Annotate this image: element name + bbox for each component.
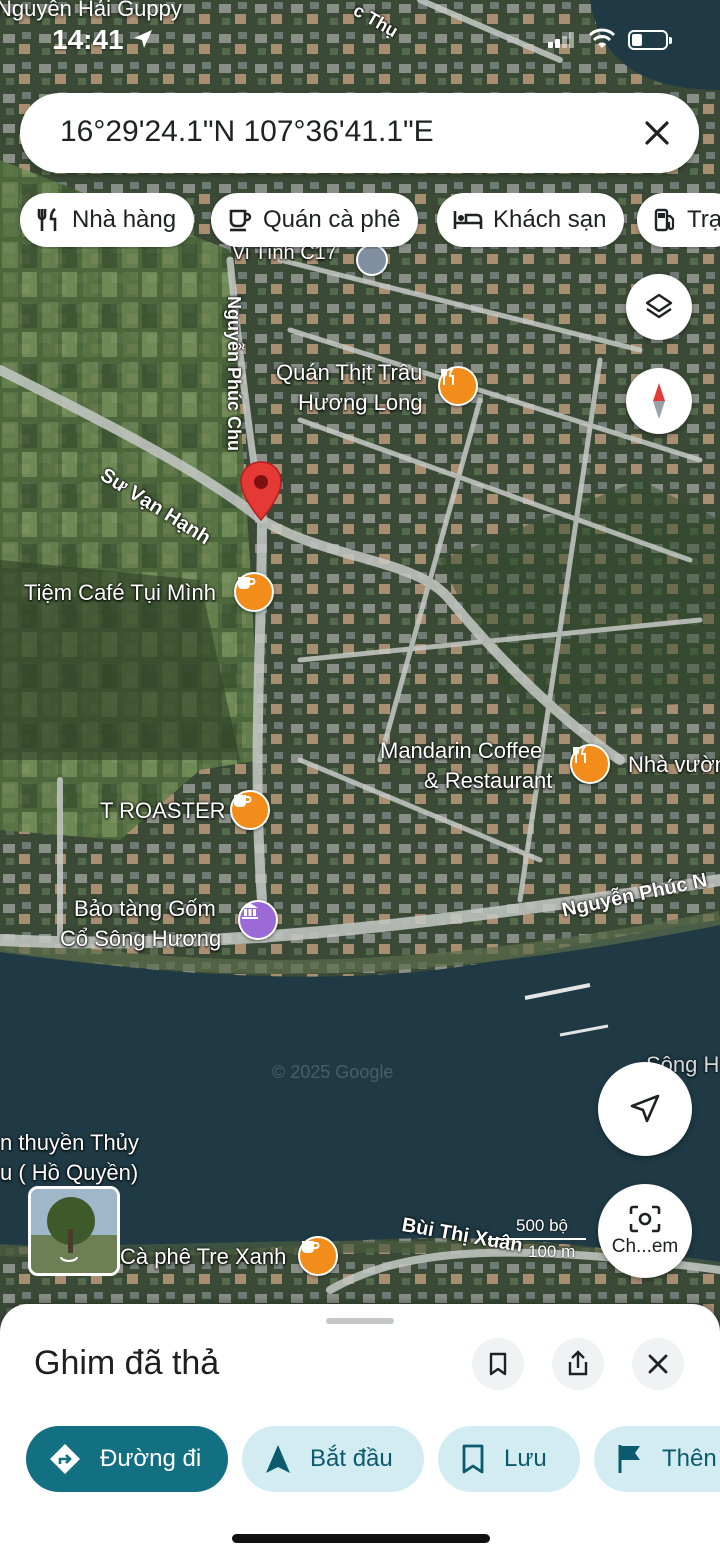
chip-gas[interactable]: Trạ — [637, 193, 720, 247]
place-label-bao-tang-2[interactable]: Cổ Sông Hương — [60, 924, 221, 954]
coffee-icon — [302, 1241, 320, 1253]
scale-meters: 100 m — [528, 1242, 576, 1261]
layers-button[interactable] — [626, 274, 692, 340]
action-label: Thên — [662, 1445, 717, 1472]
compass-icon — [653, 383, 665, 419]
place-label-tiem-cafe[interactable]: Tiệm Café Tụi Mình — [24, 578, 216, 608]
restaurant-icon — [573, 746, 586, 763]
chip-label: Khách sạn — [493, 206, 607, 233]
status-time: 14:41 — [52, 24, 124, 55]
place-label-mandarin-2[interactable]: & Restaurant — [424, 766, 552, 796]
flag-icon — [618, 1445, 640, 1473]
action-label: Đường đi — [100, 1445, 202, 1472]
place-label-mandarin-1[interactable]: Mandarin Coffee — [380, 736, 542, 766]
map-watermark: © 2025 Google — [272, 1062, 393, 1082]
place-label-thit-trau-2[interactable]: Hương Long — [298, 388, 423, 418]
restaurant-marker-icon[interactable] — [438, 366, 478, 406]
chip-restaurants[interactable]: Nhà hàng — [20, 193, 195, 247]
directions-icon — [50, 1444, 80, 1474]
cafe-marker-icon[interactable] — [230, 790, 270, 830]
location-arrow-icon — [134, 30, 152, 48]
sheet-actions: Đường đi Bắt đầu Lưu Thên — [26, 1426, 720, 1494]
save-icon-button[interactable] — [472, 1338, 524, 1390]
my-location-button[interactable] — [598, 1062, 692, 1156]
lens-button[interactable]: Ch...em — [598, 1184, 692, 1278]
add-label-button[interactable]: Thên — [594, 1426, 720, 1492]
search-bar[interactable]: 16°29'24.1"N 107°36'41.1"E — [20, 93, 699, 173]
chip-label: Trạ — [687, 206, 720, 233]
directions-button[interactable]: Đường đi — [26, 1426, 228, 1492]
museum-icon — [242, 903, 258, 919]
street-view-thumbnail[interactable] — [28, 1186, 120, 1276]
close-icon[interactable] — [639, 115, 675, 151]
street-view-image — [31, 1189, 117, 1273]
save-button[interactable]: Lưu — [438, 1426, 580, 1492]
compass-button[interactable] — [626, 368, 692, 434]
chip-label: Quán cà phê — [263, 206, 401, 233]
restaurant-icon — [37, 207, 57, 231]
place-label-thuyen-2[interactable]: u ( Hồ Quyền) — [0, 1158, 138, 1188]
chip-hotels[interactable]: Khách sạn — [437, 193, 625, 247]
scale-bar — [488, 1238, 586, 1240]
camera-search-icon — [629, 1205, 661, 1233]
bookmark-icon — [462, 1444, 484, 1474]
wifi-icon — [588, 28, 616, 48]
home-indicator[interactable] — [232, 1534, 490, 1543]
place-label-tre-xanh[interactable]: Cà phê Tre Xanh — [120, 1242, 286, 1272]
status-bar: 14:41 — [0, 0, 720, 80]
place-label-thit-trau-1[interactable]: Quán Thịt Trâu — [276, 358, 422, 388]
close-icon — [648, 1354, 668, 1374]
search-query[interactable]: 16°29'24.1"N 107°36'41.1"E — [60, 115, 434, 149]
navigation-arrow-icon — [630, 1094, 660, 1123]
action-label: Bắt đầu — [310, 1445, 393, 1472]
share-icon — [568, 1350, 588, 1376]
restaurant-icon — [441, 368, 454, 385]
chip-cafes[interactable]: Quán cà phê — [211, 193, 419, 247]
start-button[interactable]: Bắt đầu — [242, 1426, 424, 1492]
battery-icon — [628, 30, 672, 50]
coffee-icon — [229, 209, 252, 232]
road-label-nguyen-phuc-chu: Nguyễn Phúc Chu — [224, 296, 244, 452]
navigation-arrow-icon — [266, 1445, 290, 1473]
place-label-bao-tang-1[interactable]: Bảo tàng Gốm — [74, 894, 216, 924]
dropped-pin-icon[interactable] — [238, 460, 284, 524]
close-sheet-button[interactable] — [632, 1338, 684, 1390]
scale-feet: 500 bộ — [516, 1216, 568, 1235]
museum-marker-icon[interactable] — [238, 900, 278, 940]
coffee-icon — [234, 795, 252, 807]
cafe-marker-icon[interactable] — [298, 1236, 338, 1276]
restaurant-marker-icon[interactable] — [570, 744, 610, 784]
coffee-icon — [238, 577, 256, 589]
map-scale: 500 bộ 100 m — [488, 1216, 586, 1262]
place-label-t-roaster[interactable]: T ROASTER — [100, 796, 226, 826]
lens-label: Ch...em — [611, 1236, 679, 1257]
place-bottom-sheet[interactable]: Ghim đã thả Đường đi Bắt đầu Lưu Thên — [0, 1304, 720, 1557]
chip-label: Nhà hàng — [72, 206, 177, 233]
cafe-marker-icon[interactable] — [234, 572, 274, 612]
layers-icon — [645, 293, 673, 319]
action-label: Lưu — [504, 1445, 547, 1472]
bookmark-icon — [489, 1352, 507, 1376]
gas-station-icon — [654, 208, 675, 232]
cellular-signal-icon — [548, 32, 574, 48]
sheet-drag-handle[interactable] — [326, 1318, 394, 1324]
category-chips: Nhà hàng Quán cà phê Khách sạn Trạ — [20, 193, 720, 249]
share-button[interactable] — [552, 1338, 604, 1390]
place-label-nha-vuon[interactable]: Nhà vườn — [628, 750, 720, 780]
hotel-icon — [453, 211, 483, 229]
place-title: Ghim đã thả — [34, 1344, 220, 1382]
place-label-thuyen-1[interactable]: n thuyền Thủy — [0, 1128, 139, 1158]
